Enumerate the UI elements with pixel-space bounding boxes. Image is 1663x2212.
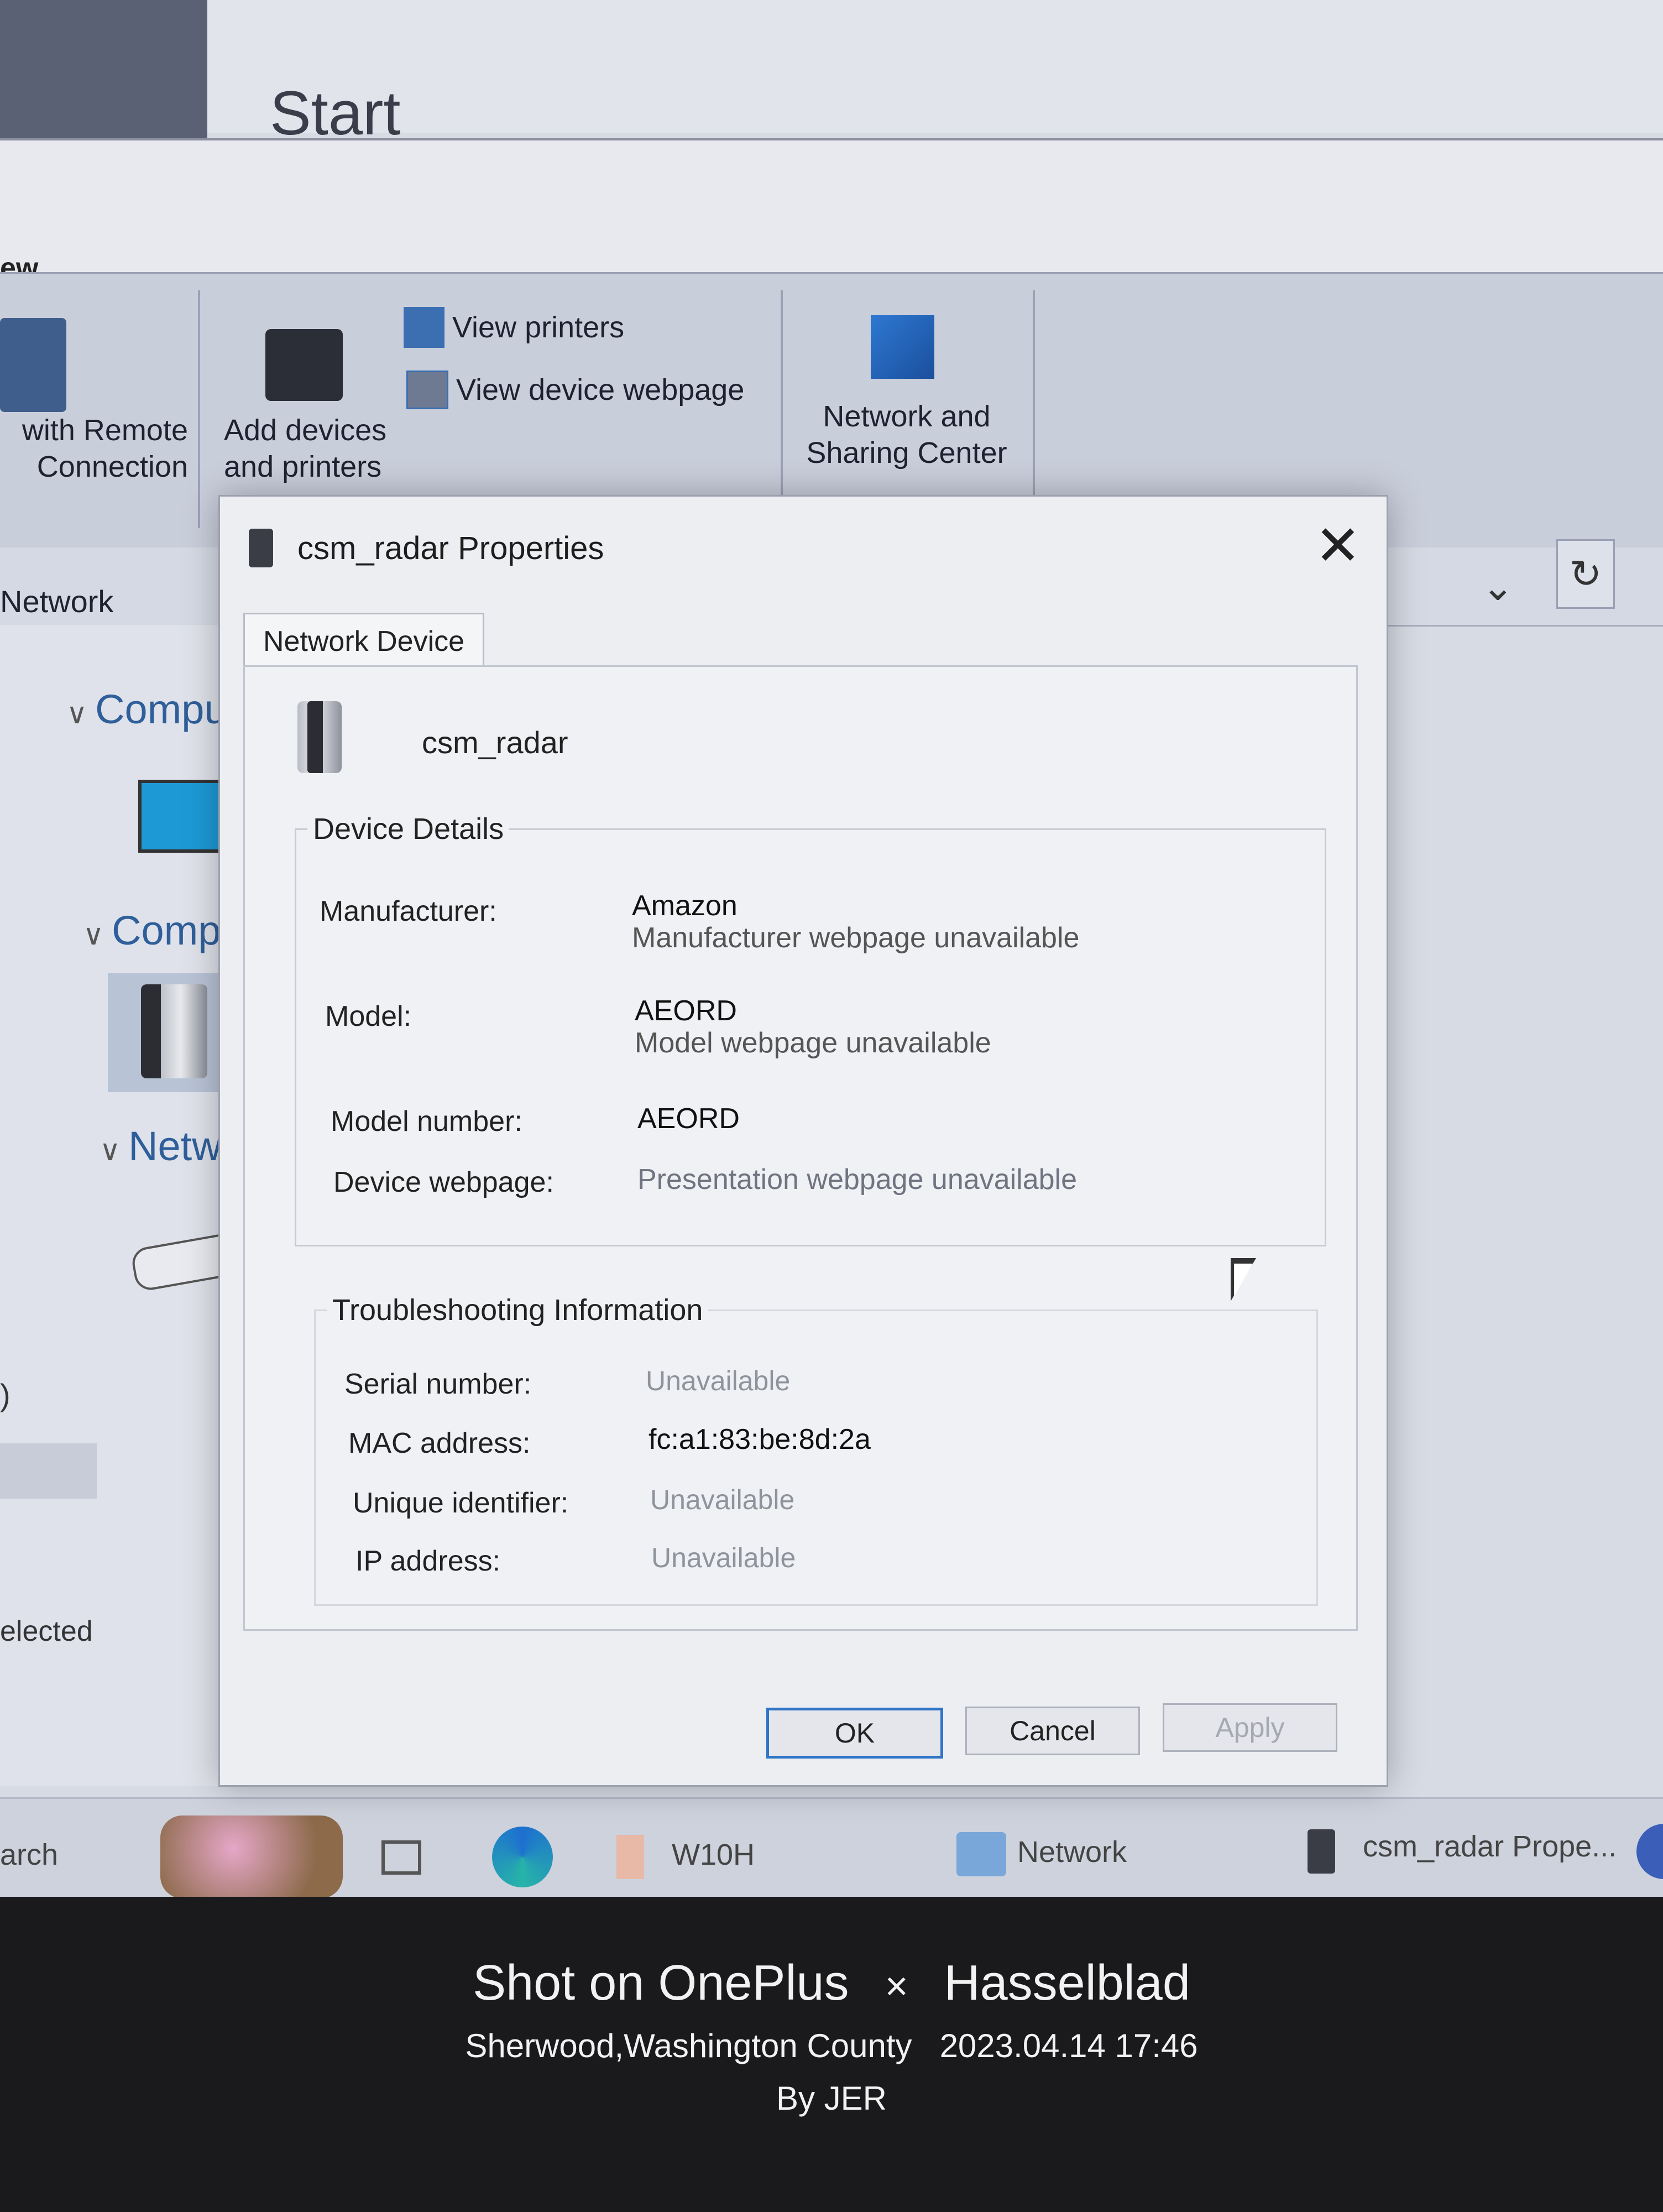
taskbar-item-w10h[interactable]: W10H — [672, 1838, 755, 1872]
chevron-down-icon: ∨ — [100, 1135, 121, 1167]
network-device-icon — [297, 701, 342, 773]
remote-connection-label-1: with Remote — [22, 414, 188, 447]
widgets-icon[interactable] — [160, 1815, 343, 1897]
photo-caption: Shot on OnePlus × Hasselblad Sherwood,Wa… — [0, 1897, 1663, 2212]
caption-brand-left: Shot on OnePlus — [473, 1955, 849, 2011]
model-value: AEORD — [635, 995, 737, 1027]
model-label: Model: — [325, 1000, 412, 1032]
network-sharing-button[interactable]: Network and Sharing Center — [802, 398, 1012, 471]
address-location[interactable]: Network — [0, 583, 113, 619]
tab-network-device[interactable]: Network Device — [243, 613, 484, 669]
manufacturer-value: Amazon — [632, 890, 738, 922]
printer-icon — [265, 329, 343, 401]
taskbar-item-network[interactable]: Network — [1017, 1835, 1127, 1869]
view-device-webpage-label: View device webpage — [456, 373, 745, 406]
device-webpage-label: Device webpage: — [333, 1166, 554, 1198]
selection-strip — [0, 1443, 97, 1499]
view-device-webpage-button[interactable]: View device webpage — [406, 371, 744, 409]
caption-separator: × — [885, 1964, 908, 2008]
caption-author: By JER — [776, 2080, 887, 2117]
mouse-cursor-icon — [1234, 1264, 1253, 1297]
manufacturer-label: Manufacturer: — [320, 895, 497, 927]
uid-value: Unavailable — [650, 1484, 795, 1515]
edge-icon[interactable] — [492, 1827, 553, 1887]
computer-icon[interactable] — [138, 780, 228, 853]
device-title-icon — [249, 529, 273, 567]
ribbon-separator — [781, 290, 783, 528]
mac-label: MAC address: — [348, 1427, 531, 1459]
manufacturer-webpage: Manufacturer webpage unavailable — [632, 922, 1080, 954]
ip-value: Unavailable — [651, 1542, 796, 1573]
task-view-icon[interactable] — [381, 1840, 421, 1875]
network-folder-icon — [956, 1832, 1006, 1876]
ok-button[interactable]: OK — [766, 1708, 943, 1759]
caption-brand-right: Hasselblad — [944, 1955, 1190, 2011]
device-name: csm_radar — [422, 725, 568, 760]
ribbon-separator — [198, 290, 200, 528]
cancel-button[interactable]: Cancel — [965, 1707, 1140, 1755]
group-label: Compu — [95, 686, 227, 732]
start-window-strip — [0, 0, 1663, 133]
webpage-icon — [406, 371, 448, 409]
avatar[interactable] — [1636, 1824, 1663, 1879]
model-number-value: AEORD — [637, 1103, 740, 1135]
apply-button[interactable]: Apply — [1163, 1703, 1337, 1752]
remote-connection-icon — [0, 318, 66, 412]
uid-label: Unique identifier: — [353, 1487, 569, 1519]
view-printers-icon — [404, 307, 444, 348]
refresh-icon[interactable]: ↻ — [1556, 539, 1615, 609]
serial-label: Serial number: — [344, 1368, 532, 1400]
remote-connection-label-2: Connection — [36, 450, 188, 483]
caption-location-date: Sherwood,Washington County 2023.04.14 17… — [465, 2027, 1198, 2064]
remote-connection-button[interactable]: with Remote Connection — [0, 412, 188, 485]
list-fragment: ) — [0, 1378, 11, 1412]
network-sharing-icon — [871, 315, 934, 379]
chevron-down-icon[interactable]: ⌄ — [1482, 564, 1514, 609]
add-devices-button[interactable]: Add devices and printers — [224, 412, 386, 485]
caption-line-1: Shot on OnePlus × Hasselblad — [0, 1955, 1663, 2012]
taskbar: arch W10H Network csm_radar Prope... — [0, 1797, 1663, 1897]
ip-label: IP address: — [355, 1545, 501, 1577]
view-printers-button[interactable]: View printers — [404, 307, 624, 348]
view-printers-label: View printers — [452, 311, 625, 344]
serial-value: Unavailable — [646, 1365, 791, 1396]
ribbon-tab-row — [0, 138, 1663, 273]
model-number-label: Model number: — [331, 1105, 522, 1138]
troubleshooting-legend: Troubleshooting Information — [332, 1293, 703, 1327]
start-window-sidebar — [0, 0, 207, 138]
network-sharing-label-1: Network and — [823, 400, 991, 433]
dialog-title: csm_radar Properties — [297, 530, 604, 566]
chevron-down-icon: ∨ — [66, 698, 88, 730]
mac-value: fc:a1:83:be:8d:2a — [649, 1423, 871, 1455]
close-icon[interactable]: ✕ — [1315, 513, 1361, 578]
device-webpage-value: Presentation webpage unavailable — [637, 1164, 1078, 1196]
properties-dialog: csm_radar Properties ✕ Network Device cs… — [218, 495, 1388, 1787]
w10h-icon — [616, 1835, 644, 1879]
add-devices-label-1: Add devices — [224, 414, 387, 447]
chevron-down-icon: ∨ — [83, 919, 104, 951]
properties-window-icon — [1308, 1829, 1335, 1874]
group-computer-1[interactable]: ∨ Compu — [66, 686, 227, 733]
network-sharing-label-2: Sharing Center — [806, 436, 1007, 469]
device-details-legend: Device Details — [313, 812, 504, 846]
model-webpage: Model webpage unavailable — [635, 1027, 991, 1059]
add-devices-label-2: and printers — [224, 450, 382, 483]
network-device-icon — [141, 984, 207, 1078]
taskbar-item-properties[interactable]: csm_radar Prope... — [1363, 1829, 1617, 1864]
ribbon-separator — [1033, 290, 1035, 528]
taskbar-search[interactable]: arch — [0, 1838, 58, 1872]
